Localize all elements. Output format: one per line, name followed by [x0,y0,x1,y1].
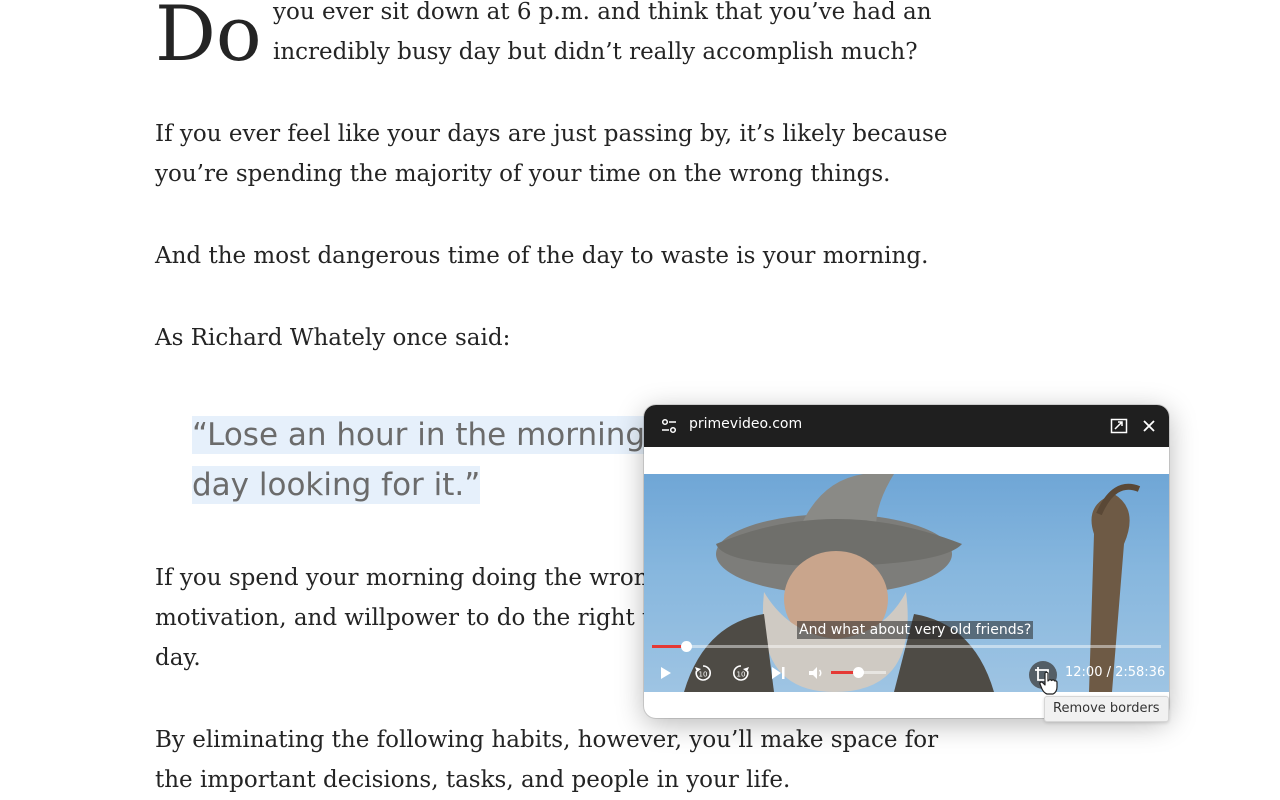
skip-next-icon[interactable] [767,662,789,684]
progress-handle[interactable] [680,641,692,652]
time-display: 12:00 / 2:58:36 [1065,665,1166,680]
paragraph-1: If you ever feel like your days are just… [155,121,948,187]
quote-line-1: “Lose an hour in the morning, [192,416,655,454]
lead-paragraph: Do you ever sit down at 6 p.m. and think… [155,0,985,74]
hand-cursor-icon [1039,671,1058,695]
paragraph-3: As Richard Whately once said: [155,325,511,351]
paragraph-2: And the most dangerous time of the day t… [155,243,929,269]
svg-text:10: 10 [699,671,708,679]
tooltip: Remove borders [1044,696,1169,722]
progress-bar[interactable] [652,641,1161,652]
video-scene-image [684,474,1141,692]
volume-icon[interactable] [805,662,827,684]
volume-slider[interactable] [831,667,886,678]
quote-line-2: day looking for it.” [192,466,481,504]
volume-handle[interactable] [853,667,864,678]
lead-text: you ever sit down at 6 p.m. and think th… [273,0,932,65]
rewind-10-icon[interactable]: 10 [692,662,714,684]
pip-site-label: primevideo.com [689,416,803,432]
svg-text:10: 10 [737,671,746,679]
expand-icon[interactable] [1110,417,1128,435]
pip-title-bar[interactable]: primevideo.com [644,405,1169,447]
pip-window[interactable]: primevideo.com And what about very old f… [644,405,1169,718]
drop-cap: Do [155,0,262,78]
close-icon[interactable] [1140,417,1158,435]
sliders-icon[interactable] [660,417,678,435]
play-icon[interactable] [654,662,676,684]
paragraph-5: By eliminating the following habits, how… [155,727,939,793]
forward-10-icon[interactable]: 10 [730,662,752,684]
video-frame[interactable]: And what about very old friends? 10 10 1… [644,474,1169,692]
subtitle-text: And what about very old friends? [797,621,1034,639]
